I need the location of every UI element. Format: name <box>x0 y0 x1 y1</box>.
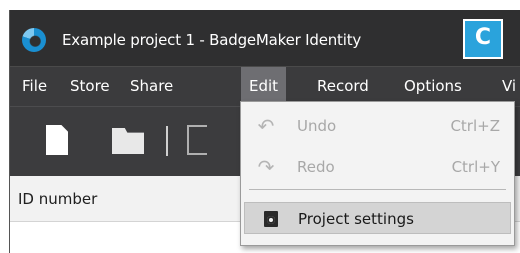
menu-item-project-settings[interactable]: Project settings <box>244 202 511 234</box>
window-title: Example project 1 - BadgeMaker Identity <box>62 31 362 49</box>
callout-badge: C <box>463 19 503 59</box>
new-document-icon[interactable] <box>46 125 68 155</box>
column-header-id-number[interactable]: ID number <box>18 190 97 208</box>
menu-share[interactable]: Share <box>122 67 181 106</box>
menu-item-undo[interactable]: ↶ Undo Ctrl+Z <box>241 111 514 141</box>
share-document-icon[interactable] <box>187 125 207 155</box>
open-folder-icon[interactable] <box>112 128 144 154</box>
toolbar-separator <box>166 126 168 156</box>
edit-menu-dropdown: ↶ Undo Ctrl+Z ↷ Redo Ctrl+Y Project sett… <box>240 101 515 246</box>
menu-item-shortcut: Ctrl+Z <box>450 117 500 135</box>
left-gutter <box>0 0 9 253</box>
menu-item-redo[interactable]: ↷ Redo Ctrl+Y <box>241 152 514 182</box>
menu-item-shortcut: Ctrl+Y <box>451 158 500 176</box>
menu-store[interactable]: Store <box>62 67 118 106</box>
app-logo-icon <box>22 28 46 52</box>
screenshot-frame: Example project 1 - BadgeMaker Identity … <box>0 0 520 253</box>
menu-bar: File Store Share Edit Record Options Vi <box>10 66 520 106</box>
menu-separator <box>249 189 506 190</box>
menu-item-label: Redo <box>297 158 335 176</box>
menu-item-label: Project settings <box>298 210 414 228</box>
project-settings-icon <box>264 211 278 227</box>
menu-file[interactable]: File <box>14 67 55 106</box>
undo-icon: ↶ <box>257 114 275 138</box>
title-bar[interactable]: Example project 1 - BadgeMaker Identity … <box>10 10 520 66</box>
redo-icon: ↷ <box>257 155 275 179</box>
menu-item-label: Undo <box>297 117 337 135</box>
